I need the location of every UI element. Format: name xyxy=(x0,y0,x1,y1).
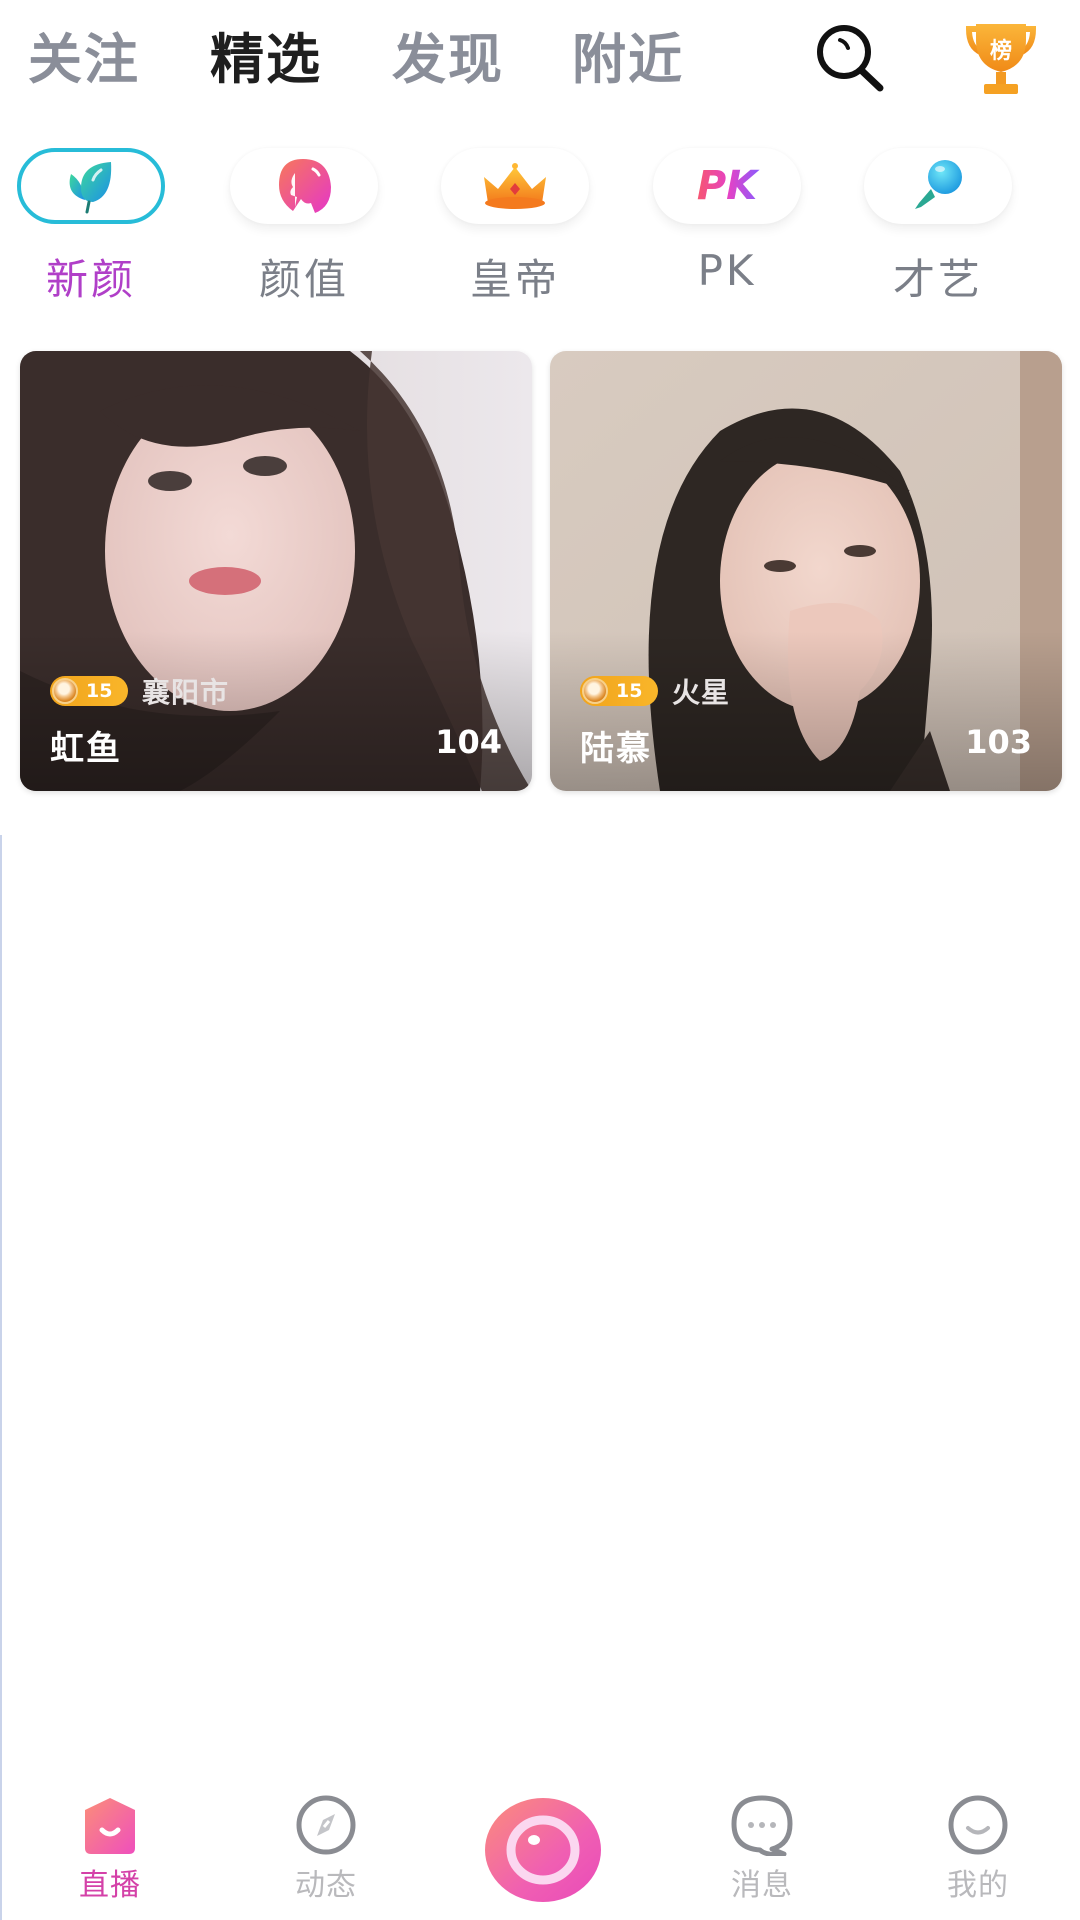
pk-icon-text: PK xyxy=(697,163,760,209)
left-edge-divider xyxy=(0,835,2,1920)
live-home-icon xyxy=(85,1798,135,1854)
nav-label: 我的 xyxy=(947,1868,1009,1903)
camera-start-live-icon xyxy=(485,1798,601,1902)
level-coin-icon xyxy=(52,678,78,704)
tab-discover[interactable]: 发现 xyxy=(392,28,504,92)
trophy-icon: 榜 xyxy=(966,24,1036,94)
viewer-count: 103 xyxy=(965,723,1032,761)
profile-smile-icon xyxy=(948,1795,1008,1855)
search-button[interactable] xyxy=(810,22,892,94)
category-pill[interactable]: PK xyxy=(653,148,801,224)
stream-location: 火星 xyxy=(672,676,731,709)
pk-icon: PK xyxy=(697,163,760,209)
category-pill[interactable] xyxy=(17,148,165,224)
leaderboard-label: 榜 xyxy=(990,38,1012,64)
category-emperor[interactable]: 皇帝 xyxy=(440,148,590,307)
microphone-icon xyxy=(915,160,962,209)
nav-feed[interactable]: 动态 xyxy=(256,1794,396,1904)
level-badge: 15 xyxy=(50,676,128,706)
search-icon xyxy=(817,25,884,92)
level-coin-icon xyxy=(582,678,608,704)
nav-messages[interactable]: 消息 xyxy=(692,1794,832,1904)
leaderboard-button[interactable]: 榜 xyxy=(960,18,1042,100)
streamer-name: 虹鱼 xyxy=(50,729,122,769)
category-pk[interactable]: PK PK xyxy=(652,148,802,295)
leaf-icon xyxy=(69,162,112,214)
message-icon xyxy=(731,1795,793,1857)
level-number: 15 xyxy=(86,680,113,702)
category-pill[interactable] xyxy=(864,148,1012,224)
compass-icon xyxy=(296,1795,356,1855)
start-live-button[interactable] xyxy=(484,1796,602,1904)
category-new-faces[interactable]: 新颜 xyxy=(16,148,166,307)
category-pill[interactable] xyxy=(230,148,378,224)
nav-label: 消息 xyxy=(731,1868,793,1903)
category-label: 颜值 xyxy=(258,255,349,304)
level-number: 15 xyxy=(616,680,643,702)
nav-label: 动态 xyxy=(295,1868,357,1903)
stream-card[interactable]: 15 襄阳市 虹鱼 104 xyxy=(20,351,532,791)
category-beauty[interactable]: 颜值 xyxy=(229,148,379,307)
crown-icon xyxy=(484,163,546,209)
category-label: PK xyxy=(697,246,757,295)
tab-featured[interactable]: 精选 xyxy=(210,28,322,92)
bottom-navigation: 直播 动态 消息 我的 xyxy=(0,1780,1080,1920)
top-navigation: 关注 精选 发现 附近 榜 xyxy=(0,0,1080,120)
tab-nearby[interactable]: 附近 xyxy=(572,28,684,92)
level-badge: 15 xyxy=(580,676,658,706)
category-label: 皇帝 xyxy=(469,255,560,304)
streamer-name: 陆慕 xyxy=(580,729,652,769)
category-label: 新颜 xyxy=(45,255,136,304)
nav-live[interactable]: 直播 xyxy=(40,1794,180,1904)
stream-location: 襄阳市 xyxy=(142,676,230,709)
stream-card[interactable]: 15 火星 陆慕 103 xyxy=(550,351,1062,791)
category-label: 才艺 xyxy=(892,255,983,304)
category-talent[interactable]: 才艺 xyxy=(863,148,1013,307)
viewer-count: 104 xyxy=(435,723,502,761)
nav-label: 直播 xyxy=(79,1868,141,1903)
face-icon xyxy=(279,159,331,213)
category-pill[interactable] xyxy=(441,148,589,224)
tab-follow[interactable]: 关注 xyxy=(28,28,140,92)
nav-profile[interactable]: 我的 xyxy=(908,1794,1048,1904)
